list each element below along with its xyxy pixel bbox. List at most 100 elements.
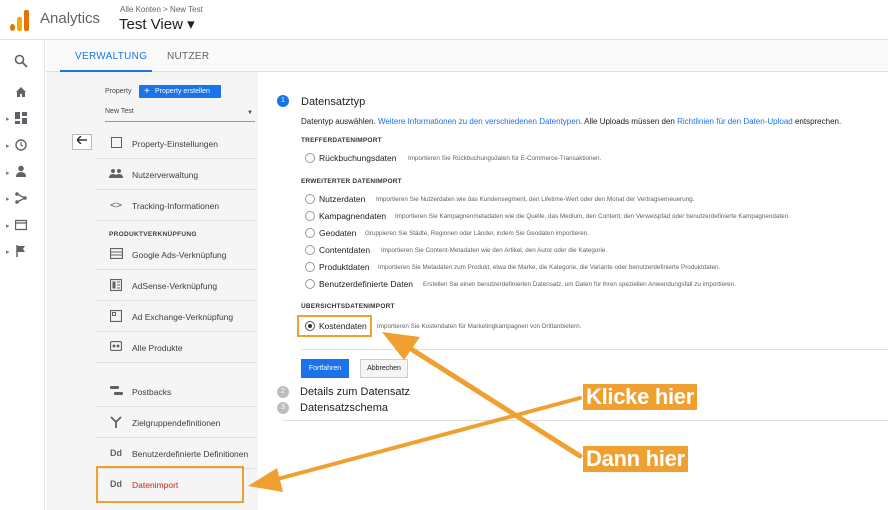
create-property-label: Property erstellen xyxy=(155,88,210,95)
nav-item-google-ads[interactable]: Google Ads-Verknüpfung xyxy=(96,239,256,270)
nav-item-label: Alle Produkte xyxy=(132,343,183,353)
home-icon[interactable] xyxy=(14,86,28,100)
nav-item-tracking-info[interactable]: <> Tracking-Informationen xyxy=(96,190,256,221)
section-summary-import: ÜBERSICHTSDATENIMPORT xyxy=(301,303,395,310)
left-rail: ▸ ▸ ▸ ▸ ▸ ▸ xyxy=(0,41,45,510)
clock-icon[interactable] xyxy=(14,139,28,153)
continue-button[interactable]: Fortfahren xyxy=(301,359,349,378)
nav-item-all-products[interactable]: Alle Produkte xyxy=(96,332,256,363)
intro-suffix: entsprechen. xyxy=(792,117,842,126)
expand-caret-icon[interactable]: ▸ xyxy=(6,248,10,256)
nav-item-property-settings[interactable]: Property-Einstellungen xyxy=(96,128,256,159)
person-icon[interactable] xyxy=(14,165,28,179)
intro-prefix: Datentyp auswählen. xyxy=(301,117,378,126)
tab-nutzer[interactable]: NUTZER xyxy=(167,51,209,62)
nav-item-audience-definitions[interactable]: Zielgruppendefinitionen xyxy=(96,407,256,438)
kostendaten-highlight xyxy=(297,315,372,337)
radio-button[interactable] xyxy=(305,228,315,238)
option-label: Nutzerdaten xyxy=(319,194,366,204)
radio-button[interactable] xyxy=(305,262,315,272)
flow-icon[interactable] xyxy=(14,192,28,206)
step-3-title[interactable]: Datensatzschema xyxy=(300,402,388,414)
property-label: Property xyxy=(105,88,132,95)
radio-button[interactable] xyxy=(305,279,315,289)
expand-caret-icon[interactable]: ▸ xyxy=(6,195,10,203)
expand-caret-icon[interactable]: ▸ xyxy=(6,169,10,177)
code-icon: <> xyxy=(109,200,123,211)
section-extended-import: ERWEITERTER DATENIMPORT xyxy=(301,178,402,185)
postback-icon xyxy=(109,385,123,398)
step-2-badge: 2 xyxy=(277,386,289,398)
step-2-title[interactable]: Details zum Datensatz xyxy=(300,386,410,398)
tab-verwaltung[interactable]: VERWALTUNG xyxy=(75,51,147,62)
annotation-click-here: Klicke hier xyxy=(583,384,697,410)
flag-icon[interactable] xyxy=(14,245,28,259)
step-3-badge: 3 xyxy=(277,402,289,414)
dd-icon: Dd xyxy=(110,448,122,458)
account-breadcrumb[interactable]: Alle Konten > New Test xyxy=(120,5,203,14)
step-1-title: Datensatztyp xyxy=(301,96,366,108)
divider xyxy=(301,349,888,350)
intro-text: Datentyp auswählen. Weitere Informatione… xyxy=(301,117,841,126)
adexchange-icon xyxy=(109,309,123,323)
radio-button[interactable] xyxy=(305,153,315,163)
option-desc: Gruppieren Sie Städte, Regionen oder Län… xyxy=(365,230,590,237)
nav-item-label: Zielgruppendefinitionen xyxy=(132,418,221,428)
nav-item-ad-exchange[interactable]: Ad Exchange-Verknüpfung xyxy=(96,301,256,332)
option-desc: Importieren Sie Nutzerdaten wie das Kund… xyxy=(376,196,695,203)
property-select-value: New Test xyxy=(105,108,134,115)
adsense-icon xyxy=(109,278,123,292)
option-desc: Importieren Sie Metadaten zum Produkt, e… xyxy=(378,264,721,271)
nav-item-user-management[interactable]: Nutzerverwaltung xyxy=(96,159,256,190)
people-icon xyxy=(109,168,123,181)
display-icon[interactable] xyxy=(14,219,28,233)
window-icon xyxy=(109,137,123,150)
option-desc: Importieren Sie Kampagnenmetadaten wie d… xyxy=(395,213,790,220)
expand-caret-icon[interactable]: ▸ xyxy=(6,115,10,123)
nav-item-label: AdSense-Verknüpfung xyxy=(132,281,218,291)
nav-item-adsense[interactable]: AdSense-Verknüpfung xyxy=(96,270,256,301)
search-icon[interactable] xyxy=(14,54,28,68)
nav-item-label: Benutzerdefinierte Definitionen xyxy=(132,449,249,459)
option-label: Geodaten xyxy=(319,228,357,238)
option-label: Rückbuchungsdaten xyxy=(319,153,397,163)
collapse-column-button[interactable] xyxy=(72,134,92,150)
audience-icon xyxy=(109,416,123,429)
radio-button[interactable] xyxy=(305,245,315,255)
option-desc: Importieren Sie Content-Metadaten wie de… xyxy=(381,247,608,254)
radio-button[interactable] xyxy=(305,194,315,204)
nav-item-label: Ad Exchange-Verknüpfung xyxy=(132,312,234,322)
nav-item-custom-definitions[interactable]: Dd Benutzerdefinierte Definitionen xyxy=(96,438,256,469)
expand-caret-icon[interactable]: ▸ xyxy=(6,142,10,150)
property-select[interactable]: New Test ▼ xyxy=(105,108,255,122)
nav-item-label: Property-Einstellungen xyxy=(132,139,218,149)
section-hit-import: TREFFERDATENIMPORT xyxy=(301,137,382,144)
option-desc: Erstellen Sie einen benutzerdefinierten … xyxy=(423,281,736,288)
section-product-linking: PRODUKTVERKNÜPFUNG xyxy=(109,231,197,238)
app-name: Analytics xyxy=(40,10,101,27)
expand-caret-icon[interactable]: ▸ xyxy=(6,222,10,230)
ads-icon xyxy=(109,247,123,261)
admin-tabs: VERWALTUNG NUTZER xyxy=(46,40,888,72)
view-selector[interactable]: Test View ▾ xyxy=(119,15,195,33)
datatypes-info-link[interactable]: Weitere Informationen zu den verschieden… xyxy=(378,117,580,126)
cancel-button[interactable]: Abbrechen xyxy=(360,359,408,378)
option-desc: Importieren Sie Kostendaten für Marketin… xyxy=(377,323,582,330)
nav-item-label: Google Ads-Verknüpfung xyxy=(132,250,227,260)
option-label: Contentdaten xyxy=(319,245,371,255)
dashboard-icon[interactable] xyxy=(14,112,28,126)
annotation-then-here: Dann hier xyxy=(583,446,688,472)
nav-item-postbacks[interactable]: Postbacks xyxy=(96,376,256,407)
plus-icon: + xyxy=(144,86,150,97)
radio-button[interactable] xyxy=(305,211,315,221)
upload-guidelines-link[interactable]: Richtlinien für den Daten-Upload xyxy=(677,117,793,126)
analytics-logo-icon[interactable] xyxy=(10,9,30,31)
option-label: Benutzerdefinierte Daten xyxy=(319,279,414,289)
app-header: Analytics Alle Konten > New Test Test Vi… xyxy=(0,0,888,40)
intro-mid: . Alle Uploads müssen den xyxy=(580,117,678,126)
dropdown-caret-icon: ▼ xyxy=(247,110,253,116)
option-label: Kampagnendaten xyxy=(319,211,387,221)
link-icon xyxy=(109,340,123,354)
option-label: Produktdaten xyxy=(319,262,370,272)
create-property-button[interactable]: + Property erstellen xyxy=(139,85,221,98)
